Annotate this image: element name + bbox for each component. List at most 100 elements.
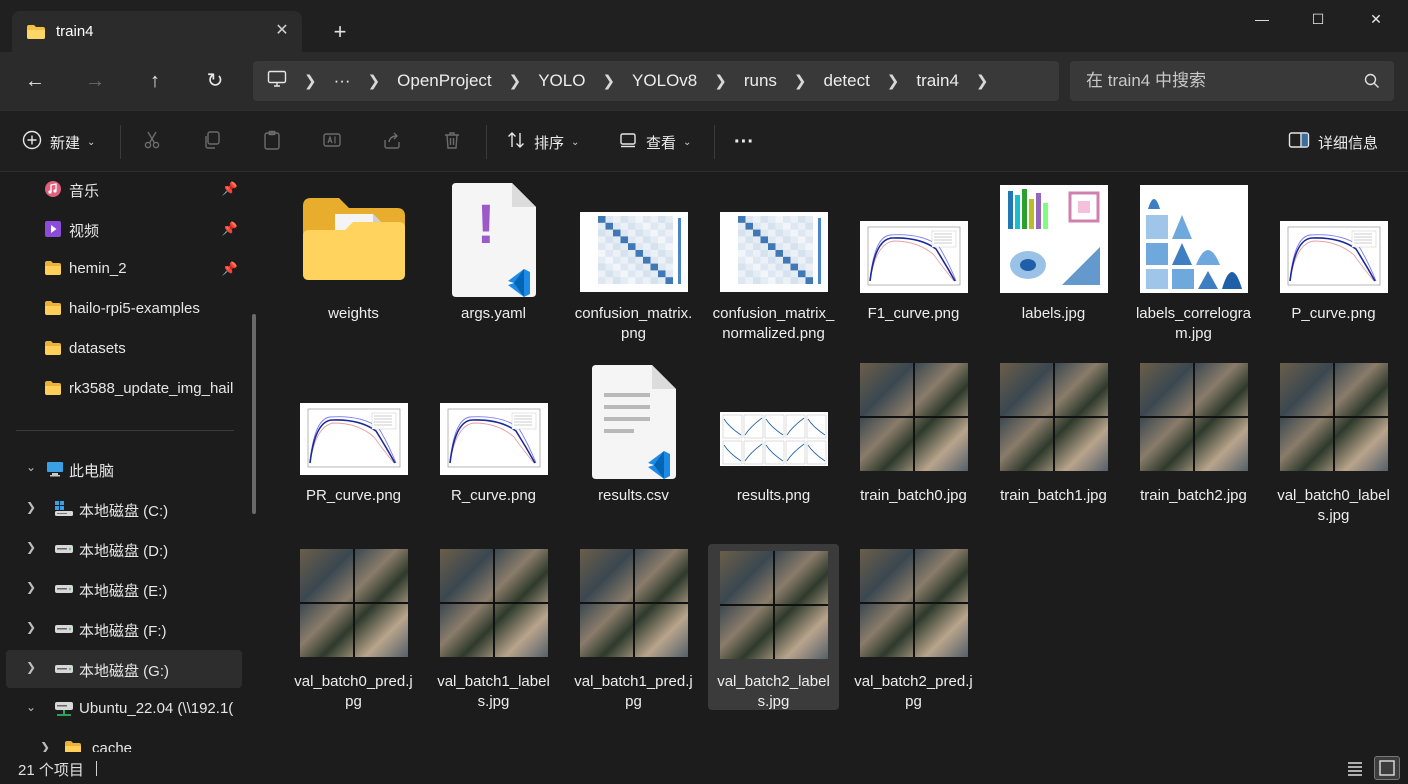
sidebar-item-drive[interactable]: ❯ 本地磁盘 (E:) — [6, 570, 242, 608]
view-button[interactable]: 查看 ⌄ — [618, 127, 691, 157]
file-item[interactable]: results.csv — [568, 358, 699, 524]
copy-button[interactable] — [202, 127, 222, 157]
file-item[interactable]: val_batch2_pred.jpg — [848, 544, 979, 710]
chevron-right-icon[interactable]: ❯ — [26, 660, 36, 674]
large-icons-view-button[interactable] — [1374, 756, 1400, 780]
file-item[interactable]: val_batch0_pred.jpg — [288, 544, 419, 710]
chevron-right-icon[interactable]: ❯ — [887, 72, 900, 90]
file-item[interactable]: val_batch1_pred.jpg — [568, 544, 699, 710]
file-item[interactable]: train_batch0.jpg — [848, 358, 979, 524]
breadcrumb-item[interactable]: OpenProject — [397, 71, 492, 91]
chevron-right-icon[interactable]: ❯ — [26, 500, 36, 514]
breadcrumb-overflow[interactable]: ··· — [334, 71, 351, 91]
sidebar-item-quick-access[interactable]: 视频 📌 — [6, 210, 242, 248]
forward-button[interactable]: → — [80, 66, 110, 96]
file-item[interactable]: val_batch0_labels.jpg — [1268, 358, 1399, 524]
file-name: train_batch0.jpg — [860, 487, 967, 504]
address-bar[interactable]: ❯ ··· ❯ OpenProject ❯ YOLO ❯ YOLOv8 ❯ runs ❯ dete… — [253, 61, 1059, 101]
chevron-right-icon[interactable]: ❯ — [976, 72, 989, 90]
file-item[interactable]: confusion_matrix_normalized.png — [708, 176, 839, 342]
file-item[interactable]: train_batch2.jpg — [1128, 358, 1259, 524]
breadcrumb-item[interactable]: runs — [744, 71, 777, 91]
sidebar-item-drive[interactable]: ❯ cache — [6, 730, 242, 752]
file-item[interactable]: weights — [288, 176, 419, 342]
paste-button[interactable] — [262, 127, 282, 157]
sidebar-item-quick-access[interactable]: datasets — [6, 330, 242, 368]
file-item[interactable]: F1_curve.png — [848, 176, 979, 342]
cut-button[interactable] — [142, 127, 162, 157]
search-input[interactable] — [1086, 69, 1346, 93]
file-item[interactable]: R_curve.png — [428, 358, 559, 524]
maximize-button[interactable]: ☐ — [1290, 4, 1346, 34]
chevron-down-icon[interactable]: ⌄ — [26, 700, 36, 714]
sidebar-item-drive[interactable]: ❯ 本地磁盘 (C:) — [6, 490, 242, 528]
status-bar: 21 个项目 — [0, 752, 1408, 784]
file-item[interactable]: labels.jpg — [988, 176, 1119, 342]
chevron-right-icon[interactable]: ❯ — [794, 72, 807, 90]
breadcrumb-item[interactable]: detect — [823, 71, 869, 91]
sidebar-item-quick-access[interactable]: rk3588_update_img_hail — [6, 370, 242, 408]
pin-icon[interactable]: 📌 — [222, 221, 238, 237]
file-item[interactable]: ! args.yaml — [428, 176, 559, 342]
share-button[interactable] — [382, 127, 402, 157]
new-button[interactable]: 新建 ⌄ — [22, 127, 95, 157]
sidebar-scrollbar[interactable] — [252, 314, 256, 514]
chevron-right-icon[interactable]: ❯ — [26, 540, 36, 554]
chevron-right-icon[interactable]: ❯ — [602, 72, 615, 90]
sidebar-item-drive[interactable]: ❯ 本地磁盘 (G:) — [6, 650, 242, 688]
chevron-right-icon[interactable]: ❯ — [26, 580, 36, 594]
breadcrumb-item[interactable]: YOLOv8 — [632, 71, 697, 91]
monitor-icon[interactable] — [267, 70, 287, 93]
sidebar-item-this-pc[interactable]: ⌄ 此电脑 — [6, 450, 242, 488]
chevron-right-icon[interactable]: ❯ — [714, 72, 727, 90]
close-icon[interactable]: ✕ — [270, 19, 294, 43]
file-item[interactable]: val_batch1_labels.jpg — [428, 544, 559, 710]
back-button[interactable]: ← — [20, 66, 50, 96]
sidebar-item-quick-access[interactable]: hemin_2 📌 — [6, 250, 242, 288]
sidebar-item-quick-access[interactable]: hailo-rpi5-examples — [6, 290, 242, 328]
delete-button[interactable] — [442, 127, 462, 157]
folder-icon — [301, 196, 407, 287]
share-icon — [382, 130, 402, 154]
breadcrumb-item[interactable]: YOLO — [538, 71, 585, 91]
details-view-button[interactable] — [1342, 756, 1368, 780]
chevron-right-icon[interactable]: ❯ — [26, 620, 36, 634]
sort-icon — [506, 130, 526, 154]
sidebar-item-drive[interactable]: ❯ 本地磁盘 (F:) — [6, 610, 242, 648]
file-item[interactable]: train_batch1.jpg — [988, 358, 1119, 524]
pin-icon[interactable]: 📌 — [222, 261, 238, 277]
chevron-right-icon[interactable]: ❯ — [304, 72, 317, 90]
search-box[interactable] — [1070, 61, 1394, 101]
new-tab-button[interactable]: + — [326, 18, 354, 46]
chevron-right-icon[interactable]: ❯ — [368, 72, 381, 90]
file-item[interactable]: val_batch2_labels.jpg — [708, 544, 839, 710]
file-item[interactable]: P_curve.png — [1268, 176, 1399, 342]
sidebar-item-drive[interactable]: ⌄ Ubuntu_22.04 (\\192.1( — [6, 690, 242, 728]
rename-button[interactable] — [322, 127, 342, 157]
sort-button[interactable]: 排序 ⌄ — [506, 127, 579, 157]
image-thumbnail — [859, 363, 968, 471]
close-window-button[interactable]: ✕ — [1348, 4, 1404, 34]
refresh-button[interactable]: ↻ — [200, 66, 230, 96]
folder-icon — [44, 340, 62, 360]
file-name: labels.jpg — [1021, 305, 1086, 322]
pin-icon[interactable]: 📌 — [222, 181, 238, 197]
plus-circle-icon — [22, 130, 42, 154]
file-item[interactable]: results.png — [708, 358, 839, 524]
search-icon[interactable] — [1364, 73, 1380, 94]
minimize-button[interactable]: — — [1234, 4, 1290, 34]
up-button[interactable]: ↑ — [140, 66, 170, 96]
divider — [486, 125, 487, 159]
details-button[interactable]: 详细信息 — [1288, 127, 1378, 157]
file-item[interactable]: labels_correlogram.jpg — [1128, 176, 1259, 342]
more-options-button[interactable]: ··· — [734, 127, 754, 157]
sidebar-item-drive[interactable]: ❯ 本地磁盘 (D:) — [6, 530, 242, 568]
tab-train4[interactable]: train4 ✕ — [12, 11, 302, 52]
file-item[interactable]: PR_curve.png — [288, 358, 419, 524]
chevron-right-icon[interactable]: ❯ — [509, 72, 522, 90]
breadcrumb-item[interactable]: train4 — [916, 71, 959, 91]
chevron-right-icon[interactable]: ❯ — [40, 740, 50, 752]
file-item[interactable]: confusion_matrix.png — [568, 176, 699, 342]
sidebar-item-quick-access[interactable]: 音乐 📌 — [6, 172, 242, 208]
chevron-down-icon[interactable]: ⌄ — [26, 460, 36, 474]
